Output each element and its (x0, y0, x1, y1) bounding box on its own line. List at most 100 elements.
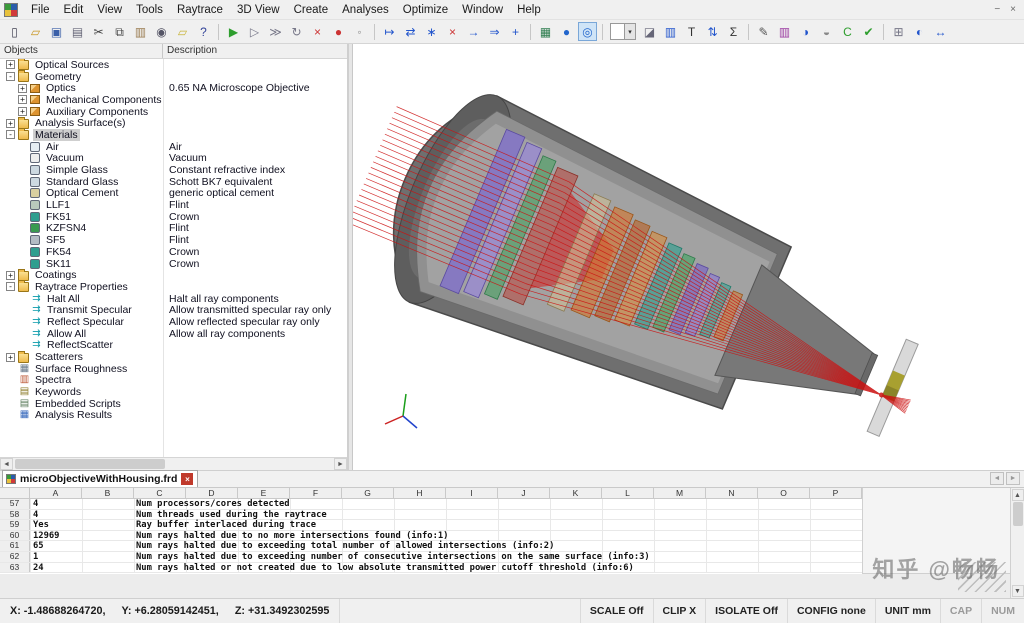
tree-row-sf5[interactable]: SF5Flint (0, 234, 347, 246)
cut-icon[interactable]: ✂ (89, 22, 108, 41)
clear-rays-icon[interactable]: ● (329, 22, 348, 41)
column-header-o[interactable]: O (758, 488, 810, 498)
tree-row-kzfsn4[interactable]: KZFSN4Flint (0, 223, 347, 235)
scatter-rays-icon[interactable]: ∗ (422, 22, 441, 41)
column-header-l[interactable]: L (602, 488, 654, 498)
column-header-p[interactable]: P (810, 488, 862, 498)
print-icon[interactable]: ▤ (68, 22, 87, 41)
tree-row-reflect-specular[interactable]: ⇉Reflect SpecularAllow reflected specula… (0, 316, 347, 328)
cell-value[interactable]: 4 (30, 510, 82, 520)
column-header-e[interactable]: E (238, 488, 290, 498)
menu-file[interactable]: File (24, 2, 57, 18)
eraser-icon[interactable]: ▱ (173, 22, 192, 41)
menu-optimize[interactable]: Optimize (396, 2, 455, 18)
tree-row-spectra[interactable]: ▥Spectra (0, 375, 347, 387)
tree-row-fk51[interactable]: FK51Crown (0, 211, 347, 223)
cell-value[interactable]: 1 (30, 552, 82, 562)
stop-raytrace-icon[interactable]: × (308, 22, 327, 41)
sheet-corner-cell[interactable] (0, 488, 30, 498)
check-geometry-icon[interactable]: ✔ (859, 22, 878, 41)
expand-icon[interactable]: + (6, 353, 15, 362)
expand-icon[interactable]: + (6, 271, 15, 280)
column-header-j[interactable]: J (498, 488, 550, 498)
column-header-n[interactable]: N (706, 488, 758, 498)
swap-ray-direction-icon[interactable]: ⇄ (401, 22, 420, 41)
cell-value[interactable]: 12969 (30, 531, 82, 541)
tab-close-icon[interactable]: × (181, 473, 193, 485)
tree-row-mechanical-components[interactable]: +Mechanical Components (0, 94, 347, 106)
description-column-header[interactable]: Description (163, 44, 347, 58)
cell-message[interactable]: Num rays halted or not created due to lo… (134, 563, 634, 573)
measure-icon[interactable]: ↔ (931, 22, 950, 41)
menu-view[interactable]: View (90, 2, 129, 18)
expand-icon[interactable]: + (6, 119, 15, 128)
minimize-icon[interactable]: − (994, 4, 1000, 15)
cell-message[interactable]: Ray buffer interlaced during trace (134, 520, 316, 530)
3d-viewport[interactable] (352, 44, 1024, 470)
cell-message[interactable]: Num threads used during the raytrace (134, 510, 327, 520)
tree-row-analysis-surface-s[interactable]: +Analysis Surface(s) (0, 117, 347, 129)
tree-row-analysis-results[interactable]: ▦Analysis Results (0, 410, 347, 422)
column-header-c[interactable]: C (134, 488, 186, 498)
column-header-f[interactable]: F (290, 488, 342, 498)
output-vertical-scrollbar[interactable]: ▲ ▼ (1010, 488, 1024, 598)
status-config-none[interactable]: CONFIG none (787, 599, 875, 623)
open-file-icon[interactable]: ▱ (26, 22, 45, 41)
trace-to-surface-icon[interactable]: ⇒ (485, 22, 504, 41)
summation-icon[interactable]: Σ (724, 22, 743, 41)
column-header-d[interactable]: D (186, 488, 238, 498)
expand-icon[interactable]: + (18, 107, 27, 116)
tree-row-optical-sources[interactable]: +Optical Sources (0, 59, 347, 71)
column-header-i[interactable]: I (446, 488, 498, 498)
document-tab[interactable]: microObjectiveWithHousing.frd × (2, 470, 198, 487)
row-number[interactable]: 61 (0, 541, 30, 551)
coating-icon[interactable]: ◒ (817, 22, 836, 41)
row-number[interactable]: 57 (0, 499, 30, 509)
energy-plot-icon[interactable]: ▥ (775, 22, 794, 41)
copy-icon[interactable]: ⧉ (110, 22, 129, 41)
column-header-h[interactable]: H (394, 488, 446, 498)
retrace-icon[interactable]: ↻ (287, 22, 306, 41)
tree-row-optical-cement[interactable]: Optical Cementgeneric optical cement (0, 188, 347, 200)
screen-capture-icon[interactable]: ◉ (152, 22, 171, 41)
paste-icon[interactable]: ▥ (131, 22, 150, 41)
scrollbar-thumb[interactable] (15, 459, 165, 469)
menu-tools[interactable]: Tools (129, 2, 170, 18)
tree-row-standard-glass[interactable]: Standard GlassSchott BK7 equivalent (0, 176, 347, 188)
column-header-b[interactable]: B (82, 488, 134, 498)
cell-value[interactable]: 4 (30, 499, 82, 509)
menu-help[interactable]: Help (510, 2, 548, 18)
expand-icon[interactable]: + (18, 84, 27, 93)
scroll-down-icon[interactable]: ▼ (1012, 585, 1024, 597)
row-number[interactable]: 58 (0, 510, 30, 520)
status-unit-mm[interactable]: UNIT mm (875, 599, 940, 623)
tree-row-transmit-specular[interactable]: ⇉Transmit SpecularAllow transmitted spec… (0, 304, 347, 316)
row-number[interactable]: 63 (0, 563, 30, 573)
cell-message[interactable]: Num processors/cores detected (134, 499, 290, 509)
objects-column-header[interactable]: Objects (0, 44, 163, 58)
collapse-icon[interactable]: - (6, 130, 15, 139)
script-c-icon[interactable]: C (838, 22, 857, 41)
tree-row-coatings[interactable]: +Coatings (0, 269, 347, 281)
tree-row-embedded-scripts[interactable]: ▤Embedded Scripts (0, 398, 347, 410)
cell-value[interactable]: 24 (30, 563, 82, 573)
add-object-icon[interactable]: ⊞ (889, 22, 908, 41)
menu-window[interactable]: Window (455, 2, 510, 18)
tree-row-sk11[interactable]: SK11Crown (0, 258, 347, 270)
menu-create[interactable]: Create (287, 2, 336, 18)
scroll-right-icon[interactable]: ► (334, 458, 347, 470)
tree-row-air[interactable]: AirAir (0, 141, 347, 153)
tree-row-optics[interactable]: +Optics0.65 NA Microscope Objective (0, 82, 347, 94)
row-number[interactable]: 62 (0, 552, 30, 562)
text-annotation-icon[interactable]: T (682, 22, 701, 41)
tree-row-allow-all[interactable]: ⇉Allow AllAllow all ray components (0, 328, 347, 340)
collapse-icon[interactable]: - (6, 72, 15, 81)
status-isolate-off[interactable]: ISOLATE Off (705, 599, 787, 623)
tree-row-auxiliary-components[interactable]: +Auxiliary Components (0, 106, 347, 118)
column-header-g[interactable]: G (342, 488, 394, 498)
expand-icon[interactable]: + (18, 95, 27, 104)
chart-view-icon[interactable]: ▥ (661, 22, 680, 41)
cell-message[interactable]: Num rays halted due to no more intersect… (134, 531, 448, 541)
tree-row-fk54[interactable]: FK54Crown (0, 246, 347, 258)
tab-scroll-right-icon[interactable]: ► (1006, 472, 1020, 485)
